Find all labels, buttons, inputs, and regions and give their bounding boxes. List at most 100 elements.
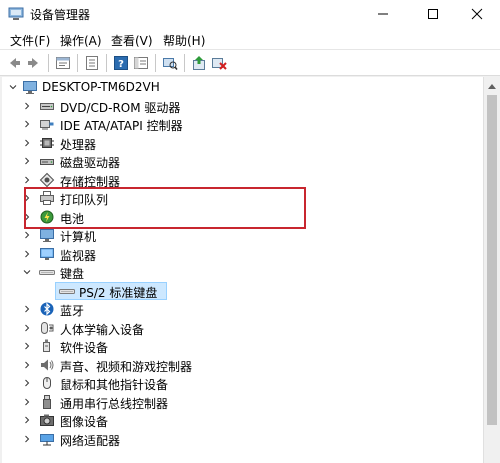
vertical-scrollbar[interactable] — [483, 77, 500, 463]
svg-text:?: ? — [118, 59, 124, 70]
tree-item[interactable]: 计算机 — [2, 226, 483, 244]
tree-item[interactable]: 声音、视频和游戏控制器 — [2, 356, 483, 374]
chevron-right-icon[interactable] — [22, 340, 32, 352]
tree-item-label: 图像设备 — [60, 415, 109, 429]
processor-icon — [39, 135, 55, 151]
chevron-down-icon[interactable] — [8, 81, 18, 93]
scrollbar-thumb[interactable] — [487, 95, 497, 425]
chevron-right-icon[interactable] — [22, 174, 32, 186]
chevron-right-icon[interactable] — [22, 414, 32, 426]
title-bar: 设备管理器 — [0, 0, 500, 28]
chevron-down-icon[interactable] — [22, 266, 32, 278]
chevron-right-icon[interactable] — [22, 322, 32, 334]
tree-item[interactable]: IDE ATA/ATAPI 控制器 — [2, 115, 483, 133]
toolbar-separator — [184, 54, 185, 72]
scan-hardware-icon[interactable] — [161, 54, 179, 72]
tree-item[interactable]: 存储控制器 — [2, 171, 483, 189]
software-device-icon — [39, 338, 55, 354]
tree-item-label: 人体学输入设备 — [60, 323, 145, 337]
chevron-right-icon[interactable] — [22, 137, 32, 149]
chevron-right-icon[interactable] — [22, 155, 32, 167]
window-title: 设备管理器 — [30, 8, 91, 22]
chevron-right-icon[interactable] — [22, 211, 32, 223]
tree-item-label: 鼠标和其他指针设备 — [60, 378, 169, 392]
tree-item-label: 计算机 — [60, 230, 97, 244]
properties-icon[interactable] — [54, 54, 72, 72]
tree-item[interactable]: 鼠标和其他指针设备 — [2, 374, 483, 392]
chevron-right-icon[interactable] — [22, 303, 32, 315]
uninstall-device-icon[interactable] — [210, 54, 228, 72]
tree-item[interactable]: 处理器 — [2, 134, 483, 152]
menu-action[interactable]: 操作(A) — [60, 32, 102, 49]
disk-drive-icon — [39, 153, 55, 169]
chevron-right-icon[interactable] — [22, 359, 32, 371]
keyboard-icon — [39, 264, 55, 280]
tree-item-label: 打印队列 — [60, 193, 109, 207]
toolbar: ? — [0, 50, 500, 76]
mouse-icon — [39, 375, 55, 391]
tree-item-label: 处理器 — [60, 138, 97, 152]
tree-item[interactable]: 磁盘驱动器 — [2, 152, 483, 170]
toolbar-separator — [106, 54, 107, 72]
back-arrow-icon[interactable] — [5, 54, 23, 72]
menu-view[interactable]: 查看(V) — [111, 32, 153, 49]
scroll-up-arrow-icon[interactable] — [484, 77, 500, 94]
minimize-button[interactable] — [360, 0, 406, 28]
tree-item-label: 蓝牙 — [60, 304, 85, 318]
chevron-right-icon[interactable] — [22, 248, 32, 260]
imaging-device-icon — [39, 412, 55, 428]
tree-child-item[interactable]: PS/2 标准键盘 — [2, 282, 483, 300]
ide-controller-icon — [39, 116, 55, 132]
chevron-right-icon[interactable] — [22, 229, 32, 241]
chevron-right-icon[interactable] — [22, 192, 32, 204]
tree-item-label: 监视器 — [60, 249, 97, 263]
battery-icon — [39, 209, 55, 225]
close-button[interactable] — [454, 0, 500, 28]
tree-item[interactable]: 图像设备 — [2, 411, 483, 429]
computer-icon — [39, 227, 55, 243]
menu-help[interactable]: 帮助(H) — [163, 32, 205, 49]
update-driver-icon[interactable] — [190, 54, 208, 72]
tree-item-label: DVD/CD-ROM 驱动器 — [60, 101, 181, 115]
maximize-button[interactable] — [410, 0, 456, 28]
tree-item[interactable]: 通用串行总线控制器 — [2, 393, 483, 411]
tree-item[interactable]: 人体学输入设备 — [2, 319, 483, 337]
hid-icon — [39, 320, 55, 336]
menu-file[interactable]: 文件(F) — [10, 32, 50, 49]
forward-arrow-icon[interactable] — [25, 54, 43, 72]
menu-bar: 文件(F) 操作(A) 查看(V) 帮助(H) — [0, 28, 500, 50]
tree-item[interactable]: 蓝牙 — [2, 300, 483, 318]
tree-item[interactable]: 监视器 — [2, 245, 483, 263]
tree-item[interactable]: 打印队列 — [2, 189, 483, 207]
tree-item[interactable]: 键盘 — [2, 263, 483, 281]
usb-icon — [39, 394, 55, 410]
show-hide-icon[interactable] — [83, 54, 101, 72]
computer-icon — [22, 79, 38, 95]
printer-icon — [39, 190, 55, 206]
storage-controller-icon — [39, 172, 55, 188]
tree-item[interactable]: 电池 — [2, 208, 483, 226]
tree-item[interactable]: DVD/CD-ROM 驱动器 — [2, 97, 483, 115]
dvd-drive-icon — [39, 98, 55, 114]
bluetooth-icon — [39, 301, 55, 317]
tree-item-label: 电池 — [60, 212, 85, 226]
toolbar-separator — [155, 54, 156, 72]
tree-root[interactable]: DESKTOP-TM6D2VH — [2, 78, 483, 96]
tree-item[interactable]: 网络适配器 — [2, 430, 483, 448]
tree-child-label: PS/2 标准键盘 — [79, 286, 158, 300]
tree-item-label: 磁盘驱动器 — [60, 156, 121, 170]
tree-item-label: 存储控制器 — [60, 175, 121, 189]
chevron-right-icon[interactable] — [22, 396, 32, 408]
tree-item-label: 通用串行总线控制器 — [60, 397, 169, 411]
chevron-right-icon[interactable] — [22, 433, 32, 445]
chevron-right-icon[interactable] — [22, 377, 32, 389]
sound-icon — [39, 357, 55, 373]
console-icon[interactable] — [132, 54, 150, 72]
network-adapter-icon — [39, 431, 55, 447]
toolbar-separator — [77, 54, 78, 72]
help-icon[interactable]: ? — [112, 54, 130, 72]
chevron-right-icon[interactable] — [22, 100, 32, 112]
tree-item[interactable]: 软件设备 — [2, 337, 483, 355]
chevron-right-icon[interactable] — [22, 118, 32, 130]
tree-item-label: 网络适配器 — [60, 434, 121, 448]
